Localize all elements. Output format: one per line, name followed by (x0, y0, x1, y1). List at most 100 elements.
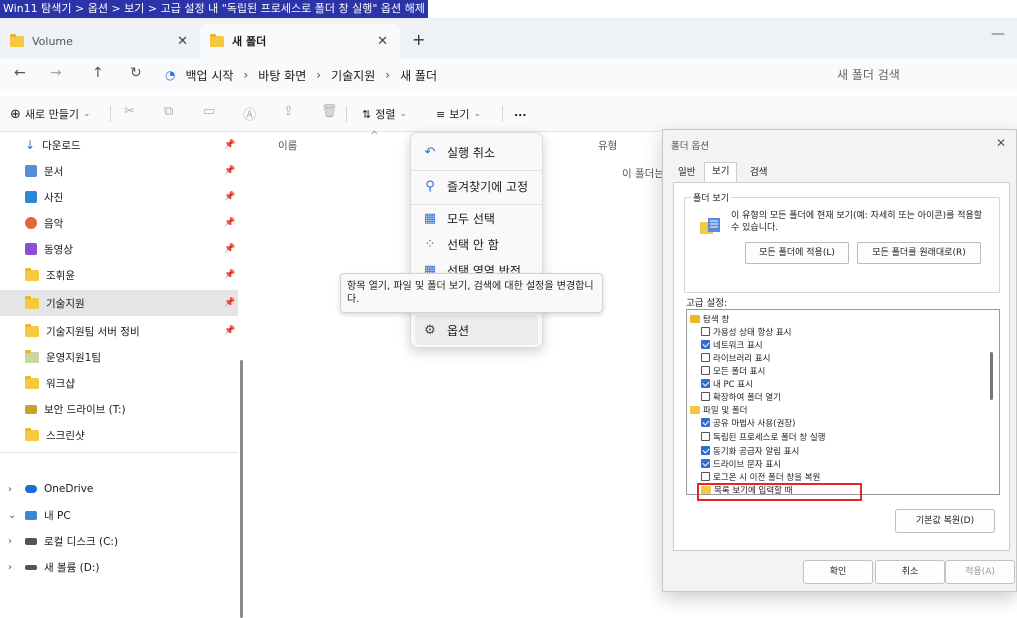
setting-checkbox[interactable]: 드라이브 문자 표시 (701, 457, 781, 470)
checkbox-unchecked[interactable] (701, 327, 710, 336)
sidebar-item-shared-folder[interactable]: 운영지원1팀 (0, 344, 238, 370)
sidebar-item-this-pc[interactable]: ⌄ 내 PC (0, 502, 238, 528)
checkbox-unchecked[interactable] (701, 472, 710, 481)
up-icon[interactable]: ↑ (92, 65, 104, 81)
sidebar-item-folder[interactable]: 스크린샷 (0, 422, 238, 448)
reset-all-folders-button[interactable]: 모든 폴더를 원래대로(R) (857, 242, 981, 264)
sidebar-item-downloads[interactable]: ↓ 다운로드 📌 (0, 132, 238, 158)
copy-icon[interactable]: ⧉ (164, 104, 173, 119)
sort-button[interactable]: ⇅ 정렬 ⌄ (362, 106, 407, 122)
menu-item-pin[interactable]: ⚲ 즐겨찾기에 고정 (415, 171, 538, 201)
setting-checkbox[interactable]: 로그온 시 이전 폴더 창을 복원 (701, 470, 820, 483)
column-header-name[interactable]: 이름 (278, 138, 297, 153)
new-button[interactable]: ⊕ 새로 만들기 ⌄ (10, 106, 91, 122)
checkbox-checked[interactable] (701, 340, 710, 349)
checkbox-checked[interactable] (701, 459, 710, 468)
column-header-type[interactable]: 유형 (598, 138, 617, 153)
pin-icon[interactable]: 📌 (224, 218, 235, 228)
setting-checkbox[interactable]: 모든 폴더 표시 (701, 364, 765, 377)
chevron-right-icon[interactable]: › (8, 484, 12, 495)
close-icon[interactable]: ✕ (177, 34, 188, 49)
sidebar-item-pictures[interactable]: 사진 📌 (0, 184, 238, 210)
checkbox-unchecked[interactable] (701, 432, 710, 441)
breadcrumb-item[interactable]: 백업 시작 (185, 67, 233, 84)
paste-icon[interactable]: ▭ (203, 104, 215, 119)
refresh-icon[interactable]: ↻ (130, 65, 142, 81)
checkbox-unchecked[interactable] (701, 392, 710, 401)
menu-item-undo[interactable]: ↶ 실행 취소 (415, 137, 538, 167)
delete-icon[interactable]: 🗑 (321, 104, 338, 119)
cancel-button[interactable]: 취소 (875, 560, 945, 584)
sidebar-item-label: 로컬 디스크 (C:) (44, 535, 119, 548)
pin-icon[interactable]: 📌 (224, 192, 235, 202)
sidebar-item-documents[interactable]: 문서 📌 (0, 158, 238, 184)
setting-separate-process[interactable]: 독립된 프로세스로 폴더 창 실행 (701, 430, 825, 443)
tab-general[interactable]: 일반 (671, 164, 702, 182)
restore-defaults-button[interactable]: 기본값 복원(D) (895, 509, 995, 533)
breadcrumb-item[interactable]: 기술지원 (331, 67, 375, 84)
sidebar-item-onedrive[interactable]: › OneDrive (0, 476, 238, 502)
setting-checkbox[interactable]: 내 PC 표시 (701, 377, 753, 390)
pin-icon[interactable]: 📌 (224, 270, 235, 280)
tab-new-folder[interactable]: 새 폴더 ✕ (200, 24, 400, 58)
menu-item-options[interactable]: ⚙ 옵션 (415, 315, 538, 345)
tab-label: Volume (32, 34, 73, 48)
sidebar-item-drive-d[interactable]: › 새 볼륨 (D:) (0, 554, 238, 580)
tab-volume[interactable]: Volume ✕ (0, 24, 200, 58)
breadcrumb-item[interactable]: 바탕 화면 (258, 67, 306, 84)
apply-button[interactable]: 적용(A) (945, 560, 1015, 584)
breadcrumb-item[interactable]: 새 폴더 (400, 67, 437, 84)
ok-button[interactable]: 확인 (803, 560, 873, 584)
sidebar-item-music[interactable]: 음악 📌 (0, 210, 238, 236)
pin-icon[interactable]: 📌 (224, 244, 235, 254)
sidebar-item-label: OneDrive (44, 483, 94, 495)
sidebar-item-drive-c[interactable]: › 로컬 디스크 (C:) (0, 528, 238, 554)
tree-scrollbar[interactable] (990, 352, 993, 400)
chevron-right-icon[interactable]: › (8, 536, 12, 547)
pin-icon[interactable]: 📌 (224, 166, 235, 176)
sidebar-item-tech-support[interactable]: 기술지원 📌 (0, 290, 238, 316)
search-input[interactable]: 새 폴더 검색 (823, 62, 1011, 88)
setting-checkbox[interactable]: 공유 마법사 사용(권장) (701, 416, 795, 429)
setting-checkbox[interactable]: 동기화 공급자 알림 표시 (701, 444, 799, 457)
checkbox-unchecked[interactable] (701, 353, 710, 362)
pin-icon[interactable]: 📌 (224, 326, 235, 336)
tab-view[interactable]: 보기 (704, 162, 738, 183)
folder-icon (25, 267, 39, 281)
view-button[interactable]: ≡ 보기 ⌄ (436, 106, 481, 122)
checkbox-checked[interactable] (701, 379, 710, 388)
breadcrumb[interactable]: ◔ 백업 시작 › 바탕 화면 › 기술지원 › 새 폴더 (165, 62, 437, 88)
setting-checkbox[interactable]: 라이브러리 표시 (701, 351, 770, 364)
sidebar-item-drive[interactable]: 보안 드라이브 (T:) (0, 396, 238, 422)
more-options-button[interactable]: ... (514, 106, 527, 119)
tab-search[interactable]: 검색 (743, 164, 774, 182)
sidebar-item-folder[interactable]: 조휘윤 📌 (0, 262, 238, 288)
checkbox-checked[interactable] (701, 418, 710, 427)
share-icon[interactable]: ⇪ (283, 104, 294, 119)
sidebar-item-videos[interactable]: 동영상 📌 (0, 236, 238, 262)
minimize-icon[interactable]: — (991, 26, 1005, 42)
chevron-down-icon[interactable]: ⌄ (8, 510, 16, 521)
forward-icon[interactable]: → (50, 65, 62, 81)
cut-icon[interactable]: ✂ (124, 104, 135, 119)
rename-icon[interactable]: Ⓐ (243, 104, 256, 123)
setting-checkbox[interactable]: 네트워크 표시 (701, 338, 763, 351)
checkbox-checked[interactable] (701, 446, 710, 455)
new-tab-button[interactable]: + (412, 30, 425, 49)
pin-icon[interactable]: 📌 (224, 298, 235, 308)
pin-icon[interactable]: 📌 (224, 140, 235, 150)
setting-checkbox[interactable]: 확장하여 폴더 열기 (701, 390, 781, 403)
sidebar-item-folder[interactable]: 기술지원팀 서버 정비 📌 (0, 318, 238, 344)
checkbox-unchecked[interactable] (701, 366, 710, 375)
setting-checkbox[interactable]: 가용성 상태 항상 표시 (701, 325, 792, 338)
close-icon[interactable]: ✕ (377, 34, 388, 49)
back-icon[interactable]: ← (14, 65, 26, 81)
close-icon[interactable]: ✕ (996, 136, 1006, 150)
chevron-right-icon[interactable]: › (8, 562, 12, 573)
setting-label: 로그온 시 이전 폴더 창을 복원 (713, 472, 821, 483)
menu-item-label: 즐겨찾기에 고정 (447, 179, 529, 194)
chevron-right-icon: › (385, 68, 391, 82)
sidebar-scrollbar[interactable] (240, 360, 243, 618)
apply-to-all-folders-button[interactable]: 모든 폴더에 적용(L) (745, 242, 849, 264)
sidebar-item-folder[interactable]: 워크샵 (0, 370, 238, 396)
